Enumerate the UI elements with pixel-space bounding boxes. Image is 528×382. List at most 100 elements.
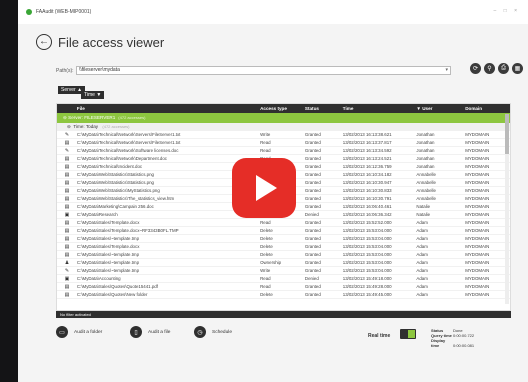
cell-domain: MYDOMAIN: [465, 228, 490, 233]
cell-access-type: Read: [260, 220, 271, 225]
cell-file: C:\MyData\Web\Statistics\Statistics.png: [76, 180, 154, 185]
cell-file: C:\MyData\Research: [76, 212, 118, 217]
file-type-icon: ▤: [64, 220, 70, 226]
cell-time: 13/02/2013 16:10:30.947: [342, 180, 392, 185]
cell-file: C:\MyData\Web\Statistics\MyStatistics.pn…: [76, 188, 160, 193]
collapse-icon[interactable]: ⊖: [67, 124, 72, 129]
cell-file: C:\MyData\Sales\Quotes\Quote15441.pdf: [76, 284, 158, 289]
table-row[interactable]: ▤ C:\MyData\Sales\Quotes\New folder Delete…: [57, 291, 510, 299]
cell-status: Granted: [304, 236, 321, 241]
cell-access-type: Read: [260, 284, 271, 289]
file-type-icon: ▤: [64, 228, 70, 234]
cell-access-type: Read: [260, 276, 271, 281]
cell-user: Annabelle: [416, 188, 436, 193]
group-chip-time[interactable]: Time ▼: [81, 91, 105, 99]
col-header-file[interactable]: File: [75, 104, 258, 113]
cell-time: 13/02/2013 15:53:04.000: [342, 244, 392, 249]
time-group-row[interactable]: ⊖ Time: Today (472 accesses): [57, 123, 510, 131]
cell-domain: MYDOMAIN: [465, 244, 490, 249]
cell-user: Adam: [416, 236, 428, 241]
cell-time: 13/02/2013 16:13:24.521: [342, 156, 392, 161]
cell-status: Granted: [304, 284, 321, 289]
cell-user: Annabelle: [416, 172, 436, 177]
cell-access-type: Write: [260, 132, 271, 137]
clock-icon: ◷: [194, 326, 206, 338]
cell-status: Granted: [304, 204, 321, 209]
chevron-down-icon[interactable]: ▾: [445, 67, 448, 74]
schedule-button[interactable]: ◷ Schedule: [194, 326, 232, 338]
col-header-time[interactable]: Time: [341, 104, 415, 113]
vertical-scrollbar[interactable]: [505, 114, 509, 304]
refresh-icon[interactable]: ⟳: [470, 63, 481, 74]
table-row[interactable]: ✎ C:\MyData\Technical\Network\Software li…: [57, 147, 510, 155]
audit-file-button[interactable]: ▯ Audit a file: [130, 326, 170, 338]
realtime-label: Real time: [368, 333, 391, 339]
file-type-icon: ▤: [64, 292, 70, 298]
app-logo-icon: [26, 9, 32, 15]
cell-time: 13/02/2013 16:06:40.461: [342, 204, 392, 209]
server-group-row[interactable]: ⊖ Server: FILESERVER1 (472 accesses): [57, 113, 510, 123]
back-button[interactable]: ←: [36, 34, 52, 50]
cell-status: Granted: [304, 220, 321, 225]
print-icon[interactable]: ⎙: [498, 63, 509, 74]
toggle-knob: [408, 330, 415, 338]
filter-status-bar: No filter activated: [56, 311, 511, 318]
col-header-access-type[interactable]: Access type: [258, 104, 303, 113]
cell-file: C:\MyData\Sales\~template.tmp: [76, 268, 140, 273]
table-row[interactable]: ▤ C:\MyData\Sales\~template.tmp Delete Gran…: [57, 251, 510, 259]
cell-file: C:\MyData\Web\Statistics\The_statistics_…: [76, 196, 175, 201]
cell-user: Adam: [416, 292, 428, 297]
cell-file: C:\MyData\Technical\Incident.doc: [76, 164, 143, 169]
cell-status: Granted: [304, 292, 321, 297]
table-row[interactable]: ▤ C:\MyData\Sales\~template.tmp Delete Gran…: [57, 235, 510, 243]
cell-status: Granted: [304, 164, 321, 169]
table-row[interactable]: ▤ C:\MyData\Sales\Template.docx Read Grante…: [57, 219, 510, 227]
file-icon: ▯: [130, 326, 142, 338]
cell-user: Adam: [416, 252, 428, 257]
cell-time: 13/02/2013 15:53:04.000: [342, 268, 392, 273]
search-icon[interactable]: ⚲: [484, 63, 495, 74]
cell-domain: MYDOMAIN: [465, 140, 490, 145]
cell-user: Jonathan: [416, 140, 435, 145]
cell-user: Annabelle: [416, 180, 436, 185]
file-type-icon: ▤: [64, 236, 70, 242]
file-type-icon: ✎: [64, 148, 70, 154]
audit-folder-button[interactable]: ▭ Audit a folder: [56, 326, 102, 338]
file-type-icon: ▤: [64, 188, 70, 194]
table-row[interactable]: ▤ C:\MyData\Sales\Template.docx~RF3343B0F…: [57, 227, 510, 235]
col-header-user[interactable]: ▼ User: [414, 104, 463, 113]
cell-access-type: Read: [260, 140, 271, 145]
cell-access-type: Delete: [260, 292, 273, 297]
realtime-toggle[interactable]: [400, 329, 416, 339]
table-row[interactable]: ▤ C:\MyData\Technical\Network\Servers\Fil…: [57, 139, 510, 147]
cell-time: 13/02/2013 16:12:36.759: [342, 164, 392, 169]
table-row[interactable]: ✎ C:\MyData\Sales\~template.tmp Write Grant…: [57, 267, 510, 275]
table-row[interactable]: ✎ C:\MyData\Technical\Network\Servers\Fil…: [57, 131, 510, 139]
path-input[interactable]: \\fileserver\mydata ▾: [76, 66, 451, 75]
grid-header: File Access type Status Time ▼ User Doma…: [57, 104, 510, 113]
play-icon: [256, 175, 277, 201]
table-row[interactable]: ▤ C:\MyData\Sales\Quotes\Quote15441.pdf Re…: [57, 283, 510, 291]
page-header: ← File access viewer: [36, 34, 164, 50]
col-header-status[interactable]: Status: [303, 104, 341, 113]
cell-file: C:\MyData\Sales\Template.docx: [76, 244, 140, 249]
file-type-icon: ▤: [64, 284, 70, 290]
file-type-icon: ▤: [64, 204, 70, 210]
cell-time: 13/02/2013 16:13:34.592: [342, 148, 392, 153]
scrollbar-thumb[interactable]: [505, 114, 509, 154]
col-header-domain[interactable]: Domain: [463, 104, 510, 113]
table-row[interactable]: ▤ C:\MyData\Sales\Template.docx Delete Gran…: [57, 243, 510, 251]
file-type-icon: ▤: [64, 156, 70, 162]
cell-domain: MYDOMAIN: [465, 164, 490, 169]
export-icon[interactable]: ▦: [512, 63, 523, 74]
time-group-count: (472 accesses): [102, 124, 130, 129]
table-row[interactable]: ▣ C:\MyData\Accounting Read Denied 13/02/201…: [57, 275, 510, 283]
cell-file: C:\MyData\Technical\Network\Servers\File…: [76, 132, 181, 137]
cell-domain: MYDOMAIN: [465, 276, 490, 281]
table-row[interactable]: ♟ C:\MyData\Sales\~template.tmp Ownership G…: [57, 259, 510, 267]
cell-file: C:\MyData\Marketing\Campain 256.doc: [76, 204, 154, 209]
video-play-button[interactable]: [232, 158, 296, 218]
stat-key: Display time: [431, 338, 446, 348]
window-controls[interactable]: – □ ×: [494, 8, 521, 14]
cell-time: 13/02/2013 16:10:34.182: [342, 172, 392, 177]
